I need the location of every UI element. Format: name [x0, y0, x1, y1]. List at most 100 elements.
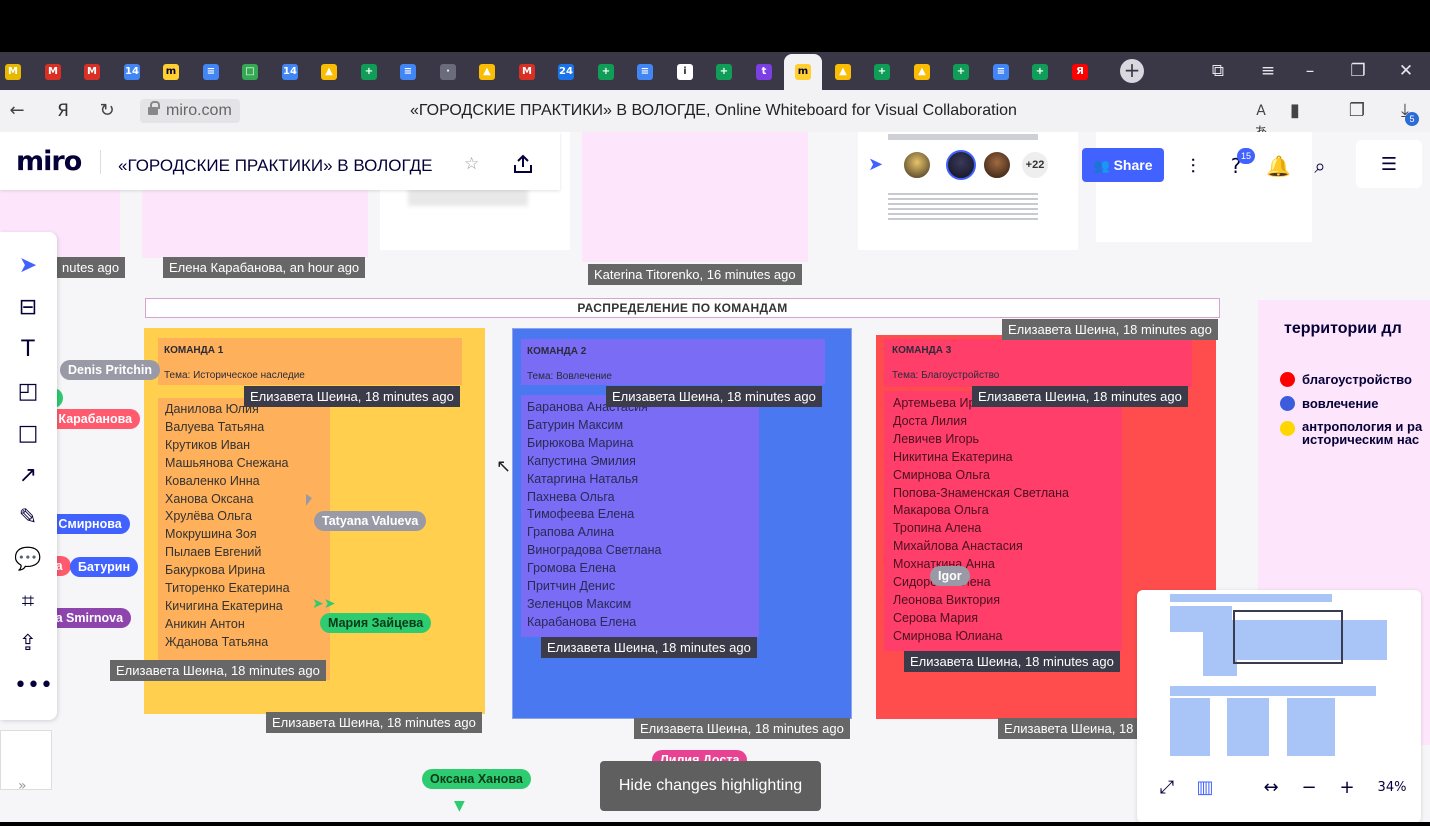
browser-tab[interactable]: ·: [429, 58, 467, 86]
search-icon[interactable]: ⌕: [1308, 154, 1332, 178]
left-toolbar: ➤ ⊟ T ◰ □ ↗ ✎ 💬 ⌗ ⇪ •••: [0, 232, 57, 720]
browser-tab[interactable]: +: [705, 58, 743, 86]
browser-tab[interactable]: 14: [113, 58, 151, 86]
drive-icon: ▲: [835, 64, 851, 80]
restore-icon[interactable]: ❐: [1346, 60, 1370, 82]
browser-tab[interactable]: ▲: [824, 58, 862, 86]
reactions-icon[interactable]: ➤: [868, 154, 883, 175]
share-button[interactable]: 👥 Share: [1082, 148, 1164, 182]
browser-tab[interactable]: ▲: [310, 58, 348, 86]
bookmark-icon[interactable]: ▮: [1284, 100, 1306, 122]
minimap-shape: [1287, 698, 1335, 756]
sticky-note[interactable]: [582, 132, 808, 262]
browser-tab[interactable]: t: [745, 58, 783, 86]
tab-manager-icon[interactable]: ⧉: [1206, 60, 1230, 82]
templates-icon[interactable]: ⊟: [14, 294, 42, 322]
comment-icon[interactable]: 💬: [14, 546, 42, 574]
fit-to-screen-icon[interactable]: ↔: [1258, 773, 1284, 803]
browser-tab[interactable]: m: [152, 58, 190, 86]
shape-tool-icon[interactable]: □: [14, 420, 42, 448]
notes-icon: ☰: [1380, 154, 1398, 175]
expand-chevrons-icon[interactable]: »: [18, 778, 27, 794]
member-name: Пахнева Ольга: [527, 489, 615, 504]
browser-tab[interactable]: 24: [547, 58, 585, 86]
browser-tab[interactable]: 14: [271, 58, 309, 86]
minimize-icon[interactable]: –: [1298, 60, 1322, 82]
help-badge: 15: [1237, 148, 1255, 164]
hide-changes-button[interactable]: Hide changes highlighting: [600, 761, 821, 811]
notifications-bell-icon[interactable]: 🔔: [1266, 154, 1291, 178]
browser-tab[interactable]: +: [587, 58, 625, 86]
yandex-icon[interactable]: Я: [52, 100, 74, 122]
new-tab-button[interactable]: +: [1120, 59, 1144, 83]
miro-logo[interactable]: miro: [16, 146, 82, 177]
close-window-icon[interactable]: ✕: [1394, 60, 1418, 82]
zoom-out-icon[interactable]: −: [1296, 773, 1322, 803]
more-collaborators-count[interactable]: +22: [1020, 150, 1050, 180]
translate-icon[interactable]: Aあ: [1250, 100, 1272, 141]
browser-tab[interactable]: ▲: [903, 58, 941, 86]
member-name: Хрулёва Ольга: [165, 509, 252, 524]
board-name[interactable]: «ГОРОДСКИЕ ПРАКТИКИ» В ВОЛОГДЕ: [118, 156, 432, 176]
avatar[interactable]: [902, 150, 932, 180]
minimap-shape: [1227, 698, 1269, 756]
back-icon[interactable]: ←: [6, 100, 28, 122]
export-icon[interactable]: [512, 153, 534, 175]
downloads-badge: 5: [1405, 112, 1419, 126]
browser-tab[interactable]: Я: [1061, 58, 1099, 86]
browser-tab[interactable]: +: [1021, 58, 1059, 86]
map-icon[interactable]: ▥: [1192, 773, 1218, 803]
member-name: Бирюкова Марина: [527, 435, 634, 450]
miro-board-canvas[interactable]: РАСПРЕДЕЛЕНИЕ ПО КОМАНДАМ КОМАНДА 1 Тема…: [0, 132, 1430, 822]
text-tool-icon[interactable]: T: [14, 336, 42, 364]
edit-timestamp: nutes ago: [56, 257, 126, 278]
member-name: Кичигина Екатерина: [165, 598, 283, 613]
browser-tab[interactable]: i: [666, 58, 704, 86]
notes-panel-button[interactable]: ☰: [1356, 140, 1422, 188]
reload-icon[interactable]: ↻: [96, 100, 118, 122]
more-tools-icon[interactable]: •••: [14, 672, 53, 700]
address-bar: ← Я ↻ miro.com «ГОРОДСКИЕ ПРАКТИКИ» В ВО…: [0, 90, 1430, 141]
browser-tab[interactable]: ≡: [192, 58, 230, 86]
browser-tab[interactable]: □: [231, 58, 269, 86]
member-name: Доста Лилия: [893, 413, 968, 428]
sticky-note-icon[interactable]: ◰: [14, 378, 42, 406]
browser-tab[interactable]: ≡: [389, 58, 427, 86]
bottom-border: [0, 822, 1430, 826]
avatar[interactable]: [982, 150, 1012, 180]
select-cursor-icon[interactable]: ➤: [14, 252, 42, 280]
connection-line-icon[interactable]: ↗: [14, 462, 42, 490]
settings-sliders-icon[interactable]: ⫶: [1181, 154, 1205, 178]
collections-icon[interactable]: ❐: [1346, 100, 1368, 122]
browser-tab[interactable]: M: [34, 58, 72, 86]
browser-tab[interactable]: ≡: [626, 58, 664, 86]
member-name: Жданова Татьяна: [165, 634, 269, 649]
browser-tab[interactable]: M: [508, 58, 546, 86]
edit-timestamp: Елизавета Шеина, 18 minutes ago: [1002, 319, 1218, 340]
browser-tab[interactable]: +: [863, 58, 901, 86]
sheets-square-icon: □: [242, 64, 258, 80]
edit-timestamp: Елизавета Шеина, 18 minutes ago: [606, 386, 822, 407]
section-header[interactable]: РАСПРЕДЕЛЕНИЕ ПО КОМАНДАМ: [145, 298, 1220, 318]
browser-tab[interactable]: m: [784, 54, 822, 90]
browser-tab[interactable]: M: [73, 58, 111, 86]
zoom-level[interactable]: 34%: [1368, 773, 1416, 803]
browser-tab[interactable]: ≡: [982, 58, 1020, 86]
star-icon[interactable]: ☆: [464, 154, 479, 174]
zoom-in-icon[interactable]: +: [1334, 773, 1360, 803]
docs-icon: ≡: [203, 64, 219, 80]
browser-tab[interactable]: +: [942, 58, 980, 86]
upload-icon[interactable]: ⇪: [14, 630, 42, 658]
avatar[interactable]: [946, 150, 976, 180]
pen-icon[interactable]: ✎: [14, 504, 42, 532]
browser-tab[interactable]: ▲: [468, 58, 506, 86]
docs-icon: ≡: [400, 64, 416, 80]
browser-tab[interactable]: +: [350, 58, 388, 86]
browser-tab[interactable]: M: [0, 58, 32, 86]
frame-icon[interactable]: ⌗: [14, 588, 42, 616]
fullscreen-icon[interactable]: ⤢: [1154, 773, 1180, 803]
edit-timestamp: Елизавета Шеина, 18 minutes ago: [972, 386, 1188, 407]
member-name: Бакуркова Ирина: [165, 563, 266, 578]
minimap-viewport[interactable]: [1233, 610, 1343, 664]
menu-icon[interactable]: ≡: [1256, 60, 1280, 82]
